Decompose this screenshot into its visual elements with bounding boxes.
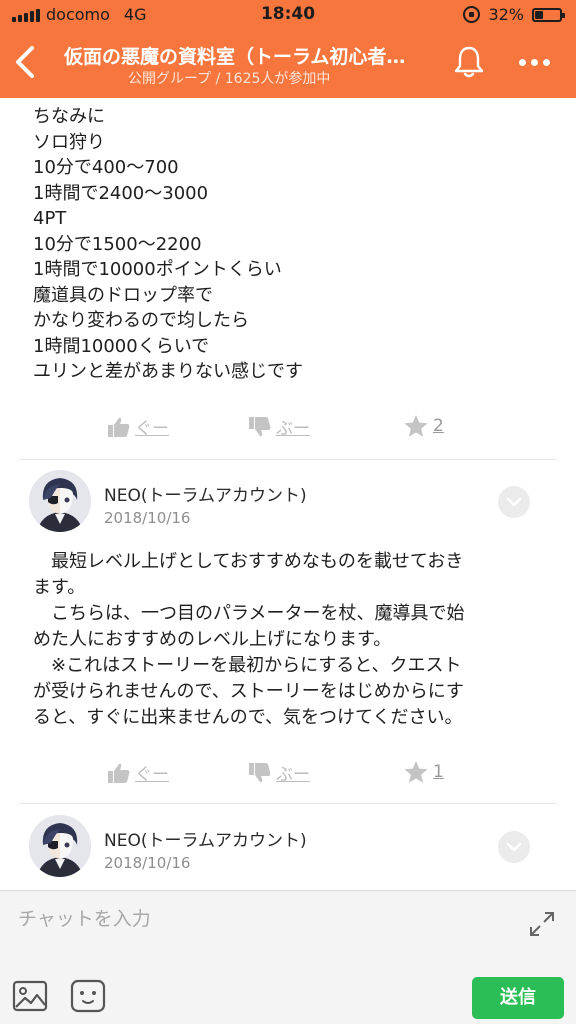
post-line: 魔道具のドロップ率で (33, 284, 213, 306)
bad-button[interactable]: ぶー (248, 414, 310, 439)
chevron-left-icon (16, 46, 34, 78)
post-line: ると、すぐに出来ませんので、気をつけてください。 (33, 707, 463, 728)
post-1-text: ちなみに ソロ狩り 10分で400〜700 1時間で2400〜3000 4PT … (33, 104, 303, 385)
expand-arrows-icon (530, 912, 554, 936)
post-line: ソロ狩り (33, 131, 105, 153)
post-divider (20, 803, 556, 804)
chat-input-bar: 送信 (0, 890, 576, 1024)
post-line: こちらは、一つ目のパラメーターを杖、魔導具で始 (33, 603, 465, 624)
post-line: 1時間10000くらいで (33, 335, 210, 357)
notification-button[interactable] (452, 44, 486, 80)
thumbs-down-icon (249, 416, 271, 436)
more-dots-icon[interactable] (514, 48, 554, 76)
chat-input[interactable] (18, 901, 498, 937)
post-2-actions: ぐー ぶー 1 (0, 760, 576, 790)
thumbs-up-icon (108, 763, 130, 783)
back-button[interactable] (8, 40, 44, 84)
group-subtitle: 公開グループ / 1625人が参加中 (128, 71, 331, 87)
post-date: 2018/10/16 (104, 509, 191, 527)
thumbs-down-icon (249, 762, 271, 782)
bad-label: ぶー (276, 765, 310, 785)
thumbs-up-icon (108, 417, 130, 437)
bad-label: ぶー (276, 419, 310, 439)
group-header: 仮面の悪魔の資料室（トーラム初心者… 公開グループ / 1625人が参加中 (0, 30, 576, 98)
post-date: 2018/10/16 (104, 854, 191, 872)
status-right: 32% (463, 5, 565, 24)
post-line: 1時間で10000ポイントくらい (33, 259, 282, 280)
post-line: めた人におすすめのレベル上げになります。 (33, 629, 392, 650)
star-button[interactable]: 1 (403, 760, 444, 784)
star-count: 1 (433, 762, 444, 782)
chevron-down-icon (506, 842, 522, 852)
battery-icon (532, 7, 565, 22)
post-line: 1時間で2400〜3000 (33, 182, 209, 204)
post-line: が受けられませんので、ストーリーをはじめからにす (33, 681, 464, 702)
post-divider (20, 459, 556, 460)
chevron-down-icon (506, 497, 522, 507)
post-line: 10分で1500〜2200 (33, 233, 202, 255)
avatar[interactable] (29, 815, 91, 877)
expand-input-button[interactable] (527, 909, 557, 939)
avatar[interactable] (29, 470, 91, 532)
expand-button[interactable] (498, 486, 530, 518)
post-line: ユリンと差があまりない感じです (33, 361, 303, 382)
post-author[interactable]: NEO(トーラムアカウント) (104, 826, 307, 851)
post-1-actions: ぐー ぶー 2 (0, 414, 576, 444)
good-label: ぐー (135, 765, 169, 785)
sticker-icon (70, 979, 106, 1013)
status-bar: docomo 4G 18:40 32% (0, 0, 576, 30)
post-line: 最短レベル上げとしておすすめなものを載せておき (33, 551, 464, 572)
send-button[interactable]: 送信 (472, 977, 564, 1019)
post-author[interactable]: NEO(トーラムアカウント) (104, 481, 307, 506)
post-line: ます。 (33, 577, 86, 598)
battery-fill (535, 10, 543, 19)
image-button[interactable] (12, 979, 48, 1013)
rotation-lock-icon (463, 6, 481, 23)
star-icon (404, 415, 428, 437)
good-button[interactable]: ぐー (107, 760, 169, 785)
battery-percent: 32% (488, 5, 524, 24)
star-icon (404, 761, 428, 783)
sticker-button[interactable] (70, 979, 106, 1013)
bell-icon (454, 46, 484, 78)
chat-timeline[interactable]: ちなみに ソロ狩り 10分で400〜700 1時間で2400〜3000 4PT … (0, 98, 576, 890)
avatar-image (29, 815, 91, 877)
good-label: ぐー (135, 419, 169, 439)
post-2-text: 最短レベル上げとしておすすめなものを載せておき ます。 こちらは、一つ目のパラメ… (33, 549, 533, 731)
expand-button[interactable] (498, 831, 530, 863)
post-line: ちなみに (33, 106, 105, 127)
good-button[interactable]: ぐー (107, 414, 169, 439)
post-line: 10分で400〜700 (33, 157, 179, 178)
image-icon (12, 980, 48, 1012)
post-line: 4PT (33, 208, 67, 229)
bad-button[interactable]: ぶー (248, 760, 310, 785)
post-line: かなり変わるので均したら (33, 310, 249, 331)
group-title[interactable]: 仮面の悪魔の資料室（トーラム初心者… (64, 42, 434, 69)
star-count: 2 (433, 416, 444, 436)
star-button[interactable]: 2 (403, 414, 444, 438)
avatar-image (29, 470, 91, 532)
post-line: ※これはストーリーを最初からにすると、クエスト (33, 655, 462, 676)
